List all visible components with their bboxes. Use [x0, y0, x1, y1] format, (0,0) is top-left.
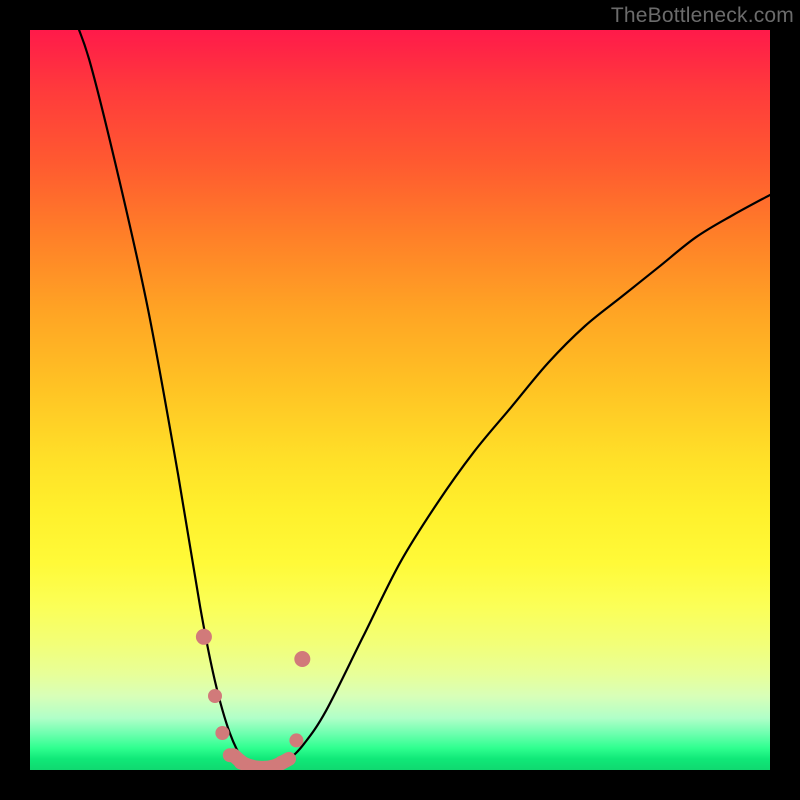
- curve-layer: [30, 30, 770, 770]
- curve-marker: [275, 756, 289, 770]
- curve-markers: [196, 629, 310, 770]
- curve-marker: [294, 651, 310, 667]
- curve-marker: [208, 689, 222, 703]
- curve-marker: [196, 629, 212, 645]
- curve-marker: [289, 733, 303, 747]
- bottleneck-curve-path: [71, 30, 770, 770]
- chart-frame: TheBottleneck.com: [0, 0, 800, 800]
- watermark-text: TheBottleneck.com: [611, 4, 794, 28]
- bottleneck-curve: [71, 30, 770, 770]
- curve-marker: [215, 726, 229, 740]
- plot-area: [30, 30, 770, 770]
